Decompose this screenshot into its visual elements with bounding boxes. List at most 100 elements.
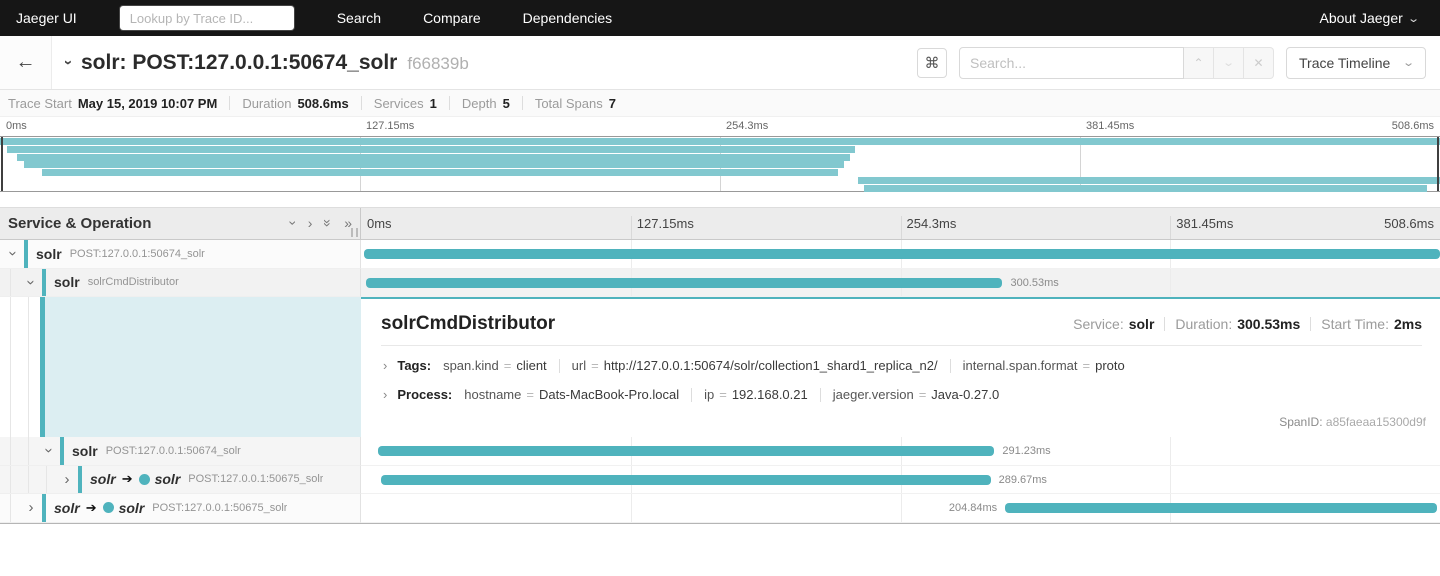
collapse-span-icon[interactable]: › — [23, 275, 40, 289]
chevron-down-icon: ⌄ — [1406, 12, 1420, 25]
span-detail-sections: › Tags: span.kind = client url = http://127.0.0… — [381, 358, 1422, 402]
span-detail-indent — [0, 297, 361, 437]
trace-header: ← › solr: POST:127.0.0.1:50674_solr f668… — [0, 36, 1440, 90]
divider — [1164, 317, 1166, 331]
summary-item: Trace Start May 15, 2019 10:07 PM — [8, 96, 217, 111]
minimap-tick-labels: 0ms 127.15ms 254.3ms 381.45ms 508.6ms — [0, 117, 1440, 136]
span-operation-name: POST:127.0.0.1:50675_solr — [152, 501, 288, 514]
span-color-bar — [42, 268, 46, 296]
span-row-name-cell[interactable]: › solr ➔ solr POST:127.0.0.1:50675_solr — [0, 494, 361, 523]
tag-key: hostname — [464, 387, 522, 402]
span-row-timeline[interactable]: 289.67ms — [361, 465, 1440, 494]
timeline-section-header: Service & Operation › ›»» 0ms 127.15ms 254.… — [0, 207, 1440, 240]
span-row[interactable]: › solr POST:127.0.0.1:50674_solr — [0, 240, 1440, 269]
column-divider — [1170, 216, 1172, 239]
span-row-name-cell[interactable]: › solr ➔ solr POST:127.0.0.1:50675_solr — [0, 465, 361, 494]
span-color-bar — [78, 465, 82, 493]
tree-guide-line — [28, 437, 29, 465]
tags-section-toggle[interactable]: › Tags: span.kind = client url = http://127.0.0… — [383, 358, 1422, 373]
span-id-label: SpanID: — [1279, 415, 1323, 429]
search-next-button[interactable]: ⌄ — [1214, 46, 1244, 79]
span-row-name-cell[interactable]: › solr POST:127.0.0.1:50674_solr — [0, 240, 361, 269]
tag-key: ip — [704, 387, 715, 402]
span-duration-bar[interactable] — [365, 277, 1003, 288]
trace-view-select[interactable]: Trace Timeline ⌄ — [1286, 46, 1426, 79]
span-row[interactable]: › solr ➔ solr POST:127.0.0.1:50675_solr 289.6… — [0, 465, 1440, 494]
nav-link-dependencies[interactable]: Dependencies — [523, 10, 613, 26]
span-row-name-cell[interactable]: › solr solrCmdDistributor — [0, 268, 361, 297]
summary-item: Services 1 — [374, 96, 437, 111]
span-rows-top: › solr POST:127.0.0.1:50674_solr › solr solrC… — [0, 240, 1440, 297]
span-row-name-cell[interactable]: › solr POST:127.0.0.1:50674_solr — [0, 437, 361, 466]
app-brand[interactable]: Jaeger UI — [0, 10, 93, 26]
trace-view-label: Trace Timeline — [1299, 54, 1391, 71]
tree-guide-line — [46, 465, 47, 493]
minimap-tick-label: 508.6ms — [1391, 120, 1434, 132]
chevron-up-icon: ⌃ — [1193, 55, 1204, 70]
tag-pair: span.kind = client — [443, 358, 547, 373]
back-button[interactable]: ← — [0, 36, 52, 89]
chevron-down-icon: ⌄ — [1222, 57, 1235, 69]
collapse-span-icon[interactable]: › — [41, 444, 58, 458]
span-row[interactable]: › solr ➔ solr POST:127.0.0.1:50675_solr 204.8… — [0, 494, 1440, 523]
trace-collapse-icon[interactable]: › — [60, 60, 77, 65]
tag-value: proto — [1095, 358, 1125, 373]
minimap-span-bar — [858, 177, 1440, 184]
span-duration-label: 204.84ms — [948, 502, 998, 514]
minimap-tick-label: 381.45ms — [1086, 120, 1135, 132]
span-row[interactable]: › solr POST:127.0.0.1:50674_solr 291.23ms — [0, 437, 1440, 466]
timeline-minimap[interactable] — [0, 136, 1440, 192]
rpc-service-dot-icon — [102, 502, 114, 514]
span-service-name: solr — [90, 471, 116, 488]
section-label: Process: — [397, 387, 453, 402]
service-operation-title: Service & Operation — [8, 215, 152, 232]
minimap-right-handle[interactable] — [1437, 137, 1439, 191]
span-duration-bar[interactable] — [364, 249, 1440, 259]
span-row-timeline[interactable]: 300.53ms — [361, 268, 1440, 297]
trace-id-lookup-input[interactable] — [118, 5, 295, 31]
timeline-tick-label: 127.15ms — [636, 216, 694, 231]
detail-meta-label: Duration: — [1175, 316, 1233, 332]
column-resizer-handle[interactable] — [351, 228, 358, 237]
search-clear-button[interactable]: ✕ — [1244, 46, 1274, 79]
span-color-bar — [24, 240, 28, 268]
span-search-input[interactable] — [959, 46, 1184, 79]
span-duration-bar[interactable] — [378, 446, 995, 456]
span-detail-meta: Service: solr Duration: 300.53ms Start Time:… — [1073, 316, 1422, 332]
about-jaeger-menu[interactable]: About Jaeger ⌄ — [1319, 10, 1420, 26]
keyboard-shortcuts-button[interactable]: ⌘ — [917, 47, 947, 78]
search-prev-button[interactable]: ⌃ — [1184, 46, 1214, 79]
chevron-down-icon: ⌄ — [1401, 57, 1415, 69]
minimap-left-handle[interactable] — [1, 137, 3, 191]
tag-key: internal.span.format — [962, 358, 1078, 373]
span-duration-bar[interactable] — [380, 474, 991, 485]
span-duration-bar[interactable] — [1005, 503, 1437, 513]
expand-span-icon[interactable]: › — [24, 499, 38, 516]
collapse-span-icon[interactable]: › — [5, 247, 22, 261]
span-row-timeline[interactable]: 204.84ms — [361, 494, 1440, 523]
summary-value: 7 — [608, 95, 616, 111]
tag-key: span.kind — [443, 358, 499, 373]
expand-span-icon[interactable]: › — [60, 471, 74, 488]
span-detail-row: solrCmdDistributor Service: solr Duration:… — [0, 297, 1440, 437]
trace-title-group: › solr: POST:127.0.0.1:50674_solr f66839… — [60, 51, 917, 75]
minimap-span-bar — [24, 161, 844, 169]
minimap-span-bar — [41, 169, 839, 177]
tag-value: http://127.0.0.1:50674/solr/collection1_… — [603, 358, 938, 373]
span-row-timeline[interactable]: 291.23ms — [361, 437, 1440, 466]
nav-link-search[interactable]: Search — [337, 10, 381, 26]
collapse-one-icon[interactable]: › — [285, 220, 301, 225]
span-row[interactable]: › solr solrCmdDistributor 300.53ms — [0, 268, 1440, 297]
span-detail-highlight — [45, 297, 361, 437]
span-row-timeline[interactable] — [361, 240, 1440, 269]
timeline-tick-label: 0ms — [367, 216, 392, 231]
timeline-gridline — [900, 494, 902, 522]
expand-one-icon[interactable]: › — [308, 216, 313, 230]
process-section-toggle[interactable]: › Process: hostname = Dats-MacBook-Pro.local… — [383, 387, 1422, 402]
tree-guide-line — [10, 437, 11, 465]
rpc-arrow-icon: ➔ — [85, 499, 97, 515]
nav-link-compare[interactable]: Compare — [423, 10, 481, 26]
collapse-all-icon[interactable]: » — [320, 219, 336, 227]
span-detail-title: solrCmdDistributor — [381, 313, 556, 334]
divider — [521, 96, 523, 110]
